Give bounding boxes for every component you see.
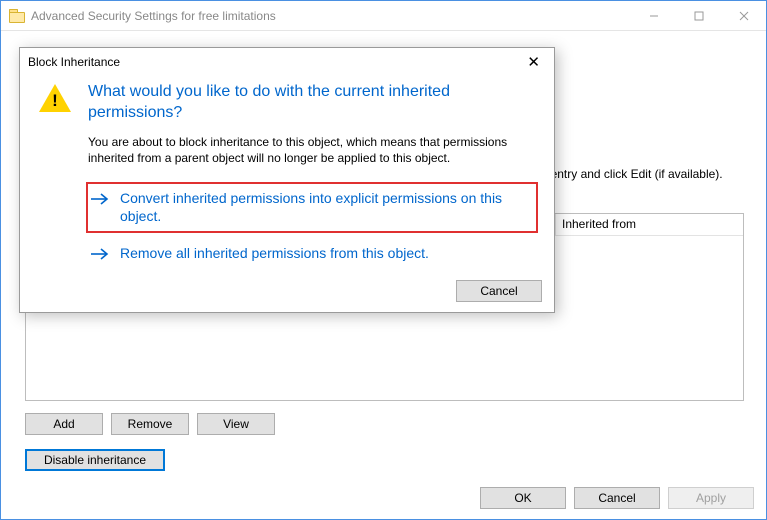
titlebar: Advanced Security Settings for free limi…	[1, 1, 766, 31]
arrow-right-icon	[90, 192, 110, 206]
dialog-footer: Cancel	[456, 280, 542, 302]
dialog-description: You are about to block inheritance to th…	[88, 134, 536, 166]
add-button[interactable]: Add	[25, 413, 103, 435]
maximize-button[interactable]	[676, 1, 721, 30]
arrow-right-icon	[90, 247, 110, 261]
option-convert-text: Convert inherited permissions into expli…	[120, 189, 530, 226]
dialog-titlebar: Block Inheritance ✕	[20, 48, 554, 76]
ok-button[interactable]: OK	[480, 487, 566, 509]
main-window: Advanced Security Settings for free limi…	[0, 0, 767, 520]
window-title: Advanced Security Settings for free limi…	[31, 9, 631, 23]
dialog-title: Block Inheritance	[28, 55, 521, 69]
window-controls	[631, 1, 766, 30]
apply-button[interactable]: Apply	[668, 487, 754, 509]
footer-buttons: OK Cancel Apply	[480, 487, 754, 509]
dialog-body: What would you like to do with the curre…	[20, 76, 554, 277]
folder-icon	[9, 9, 25, 22]
option-remove[interactable]: Remove all inherited permissions from th…	[88, 239, 536, 267]
dialog-cancel-button[interactable]: Cancel	[456, 280, 542, 302]
option-remove-text: Remove all inherited permissions from th…	[120, 244, 429, 262]
warning-icon	[38, 84, 72, 114]
close-button[interactable]	[721, 1, 766, 30]
disable-inheritance-row: Disable inheritance	[25, 449, 165, 471]
option-convert[interactable]: Convert inherited permissions into expli…	[86, 182, 538, 233]
close-icon[interactable]: ✕	[521, 51, 546, 73]
perm-buttons: Add Remove View	[25, 413, 275, 435]
disable-inheritance-button[interactable]: Disable inheritance	[25, 449, 165, 471]
dialog-heading: What would you like to do with the curre…	[88, 82, 536, 124]
remove-button[interactable]: Remove	[111, 413, 189, 435]
block-inheritance-dialog: Block Inheritance ✕ What would you like …	[19, 47, 555, 313]
view-button[interactable]: View	[197, 413, 275, 435]
col-inherited[interactable]: Inherited from	[556, 214, 743, 235]
cancel-button[interactable]: Cancel	[574, 487, 660, 509]
dialog-main: What would you like to do with the curre…	[88, 82, 536, 267]
minimize-button[interactable]	[631, 1, 676, 30]
